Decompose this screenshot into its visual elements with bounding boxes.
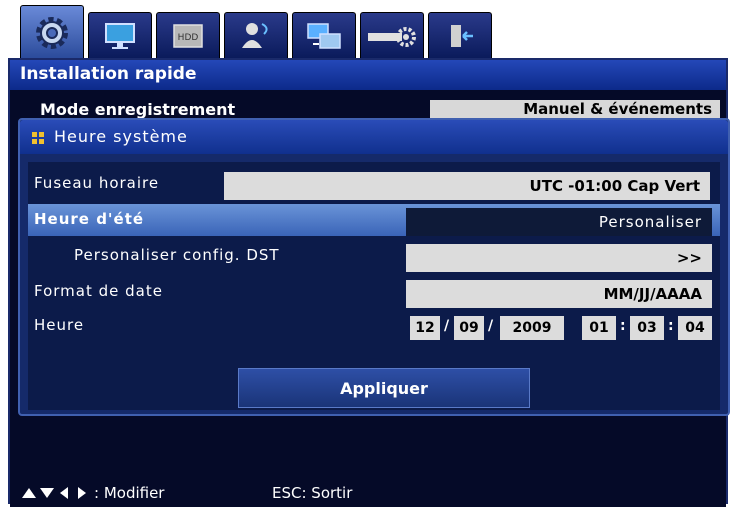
tab-storage[interactable]: HDD bbox=[156, 12, 220, 59]
tab-network[interactable] bbox=[292, 12, 356, 59]
arrow-keys-icon bbox=[22, 487, 86, 499]
exit-hint: ESC: Sortir bbox=[272, 484, 353, 502]
modify-hint: : Modifier bbox=[94, 484, 165, 502]
date-format-label: Format de date bbox=[34, 282, 163, 300]
network-icon bbox=[307, 23, 341, 49]
apply-button[interactable]: Appliquer bbox=[238, 368, 530, 408]
exit-icon bbox=[451, 25, 473, 47]
date-separator: / bbox=[488, 318, 494, 334]
date-format-row[interactable]: Format de date MM/JJ/AAAA bbox=[28, 276, 720, 308]
timezone-row[interactable]: Fuseau horaire UTC -01:00 Cap Vert bbox=[28, 168, 720, 200]
time-label: Heure bbox=[34, 316, 85, 334]
monitor-icon bbox=[105, 23, 135, 49]
dialog-body: Fuseau horaire UTC -01:00 Cap Vert Heure… bbox=[28, 162, 720, 410]
dst-config-button[interactable]: >> bbox=[406, 244, 712, 272]
dst-config-row[interactable]: Personaliser config. DST >> bbox=[28, 240, 720, 272]
main-title-bar: Installation rapide bbox=[10, 60, 726, 90]
device-settings-icon bbox=[368, 27, 416, 47]
tab-display[interactable] bbox=[88, 12, 152, 59]
time-row[interactable]: Heure 12 / 09 / 2009 01 : 03 : 04 bbox=[28, 310, 720, 342]
svg-text:HDD: HDD bbox=[178, 33, 199, 43]
gear-icon bbox=[36, 16, 68, 49]
system-time-dialog: Heure système Fuseau horaire UTC -01:00 … bbox=[18, 118, 730, 416]
menu-tab-bar: HDD bbox=[20, 0, 720, 59]
dialog-title: Heure système bbox=[54, 127, 188, 146]
dst-row[interactable]: Heure d'été Personaliser bbox=[28, 204, 720, 236]
minute-field[interactable]: 03 bbox=[630, 316, 664, 340]
dst-label: Heure d'été bbox=[34, 210, 145, 228]
dialog-title-bar: Heure système bbox=[20, 120, 728, 154]
tab-users[interactable] bbox=[224, 12, 288, 59]
dst-config-label: Personaliser config. DST bbox=[74, 246, 280, 264]
tab-exit[interactable] bbox=[428, 12, 492, 59]
dst-field[interactable]: Personaliser bbox=[406, 208, 712, 236]
user-network-icon bbox=[242, 23, 268, 48]
tab-setup[interactable] bbox=[20, 5, 84, 59]
date-format-field[interactable]: MM/JJ/AAAA bbox=[406, 280, 712, 308]
record-mode-label: Mode enregistrement bbox=[40, 100, 236, 119]
month-field[interactable]: 12 bbox=[410, 316, 440, 340]
hdd-icon: HDD bbox=[173, 24, 203, 48]
main-title: Installation rapide bbox=[20, 64, 197, 84]
timezone-label: Fuseau horaire bbox=[34, 174, 160, 192]
tab-device[interactable] bbox=[360, 12, 424, 59]
timezone-field[interactable]: UTC -01:00 Cap Vert bbox=[224, 172, 710, 200]
day-field[interactable]: 09 bbox=[454, 316, 484, 340]
grid-icon bbox=[32, 132, 44, 144]
date-separator: / bbox=[444, 318, 450, 334]
time-separator: : bbox=[668, 318, 674, 334]
footer-bar: : Modifier ESC: Sortir bbox=[10, 477, 726, 507]
second-field[interactable]: 04 bbox=[678, 316, 712, 340]
time-separator: : bbox=[620, 318, 626, 334]
year-field[interactable]: 2009 bbox=[500, 316, 564, 340]
hour-field[interactable]: 01 bbox=[582, 316, 616, 340]
